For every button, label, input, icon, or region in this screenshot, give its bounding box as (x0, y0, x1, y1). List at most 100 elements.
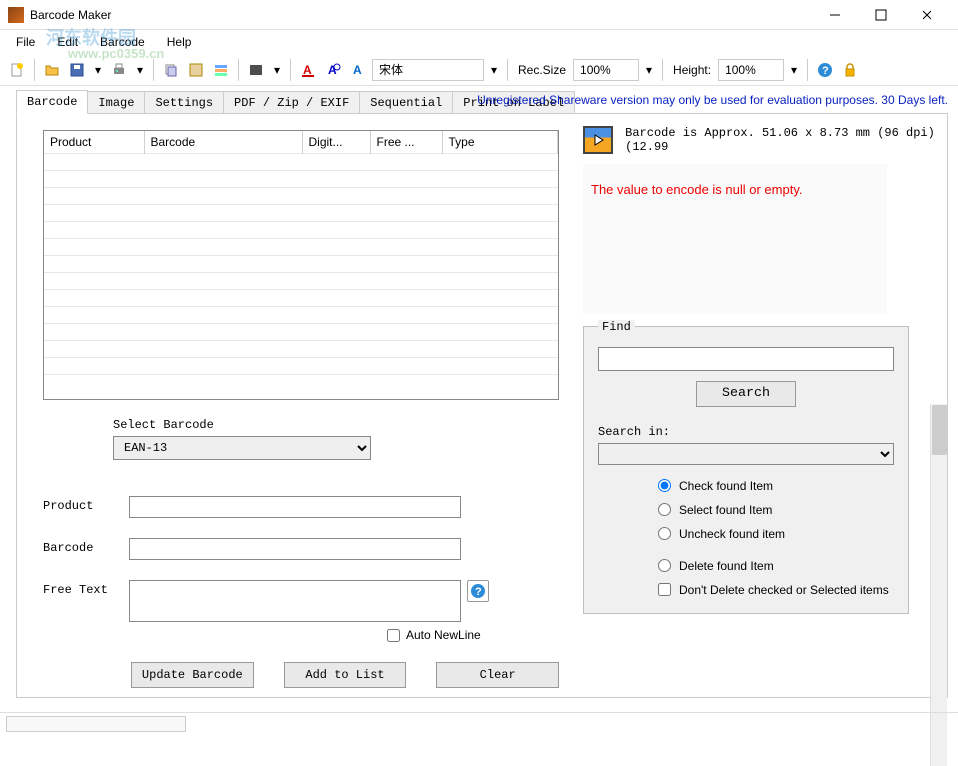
cut-icon[interactable] (185, 59, 207, 81)
options-icon[interactable] (210, 59, 232, 81)
table-row[interactable] (44, 256, 558, 273)
col-barcode[interactable]: Barcode (144, 131, 302, 154)
table-row[interactable] (44, 341, 558, 358)
select-found-radio[interactable] (658, 503, 671, 516)
col-type[interactable]: Type (442, 131, 558, 154)
rec-size-combo[interactable]: 100% (573, 59, 639, 81)
find-legend: Find (598, 320, 635, 334)
minimize-button[interactable] (812, 0, 858, 30)
table-row[interactable] (44, 324, 558, 341)
barcode-dropdown-icon[interactable]: ▾ (270, 59, 284, 81)
select-found-label: Select found Item (679, 503, 772, 517)
product-label: Product (43, 496, 129, 513)
tab-pdf-zip-exif[interactable]: PDF / Zip / EXIF (223, 91, 360, 114)
tab-settings[interactable]: Settings (144, 91, 224, 114)
freetext-label: Free Text (43, 580, 129, 597)
save-dropdown-icon[interactable]: ▾ (91, 59, 105, 81)
find-input[interactable] (598, 347, 894, 371)
copy-icon[interactable] (160, 59, 182, 81)
font-name-combo[interactable]: 宋体 (372, 59, 484, 81)
statusbar (0, 712, 958, 734)
product-input[interactable] (129, 496, 461, 518)
search-in-combo[interactable] (598, 443, 894, 465)
scrollbar-thumb[interactable] (932, 405, 947, 455)
check-found-radio[interactable] (658, 479, 671, 492)
menu-help[interactable]: Help (157, 32, 202, 52)
find-panel: Find Search Search in: Check found Item … (583, 326, 909, 614)
barcode-icon[interactable] (245, 59, 267, 81)
close-button[interactable] (904, 0, 950, 30)
menu-edit[interactable]: Edit (47, 32, 88, 52)
table-row[interactable] (44, 273, 558, 290)
freetext-help-button[interactable]: ? (467, 580, 489, 602)
shareware-message: Unregistered Shareware version may only … (477, 93, 948, 107)
left-pane: Product Barcode Digit... Free ... Type (17, 114, 573, 697)
new-icon[interactable] (6, 59, 28, 81)
table-row[interactable] (44, 205, 558, 222)
rec-size-label: Rec.Size (518, 63, 566, 77)
font-style-icon[interactable]: A (322, 59, 344, 81)
barcode-dimensions: Barcode is Approx. 51.06 x 8.73 mm (96 d… (625, 126, 939, 154)
separator (662, 59, 663, 81)
right-pane: Barcode is Approx. 51.06 x 8.73 mm (96 d… (573, 114, 947, 697)
menu-file[interactable]: File (6, 32, 45, 52)
app-icon (8, 7, 24, 23)
uncheck-found-radio[interactable] (658, 527, 671, 540)
font-color-icon[interactable]: A (297, 59, 319, 81)
table-row[interactable] (44, 239, 558, 256)
barcode-table[interactable]: Product Barcode Digit... Free ... Type (43, 130, 559, 400)
table-row[interactable] (44, 290, 558, 307)
tab-image[interactable]: Image (87, 91, 145, 114)
toolbar: ▾ ▾ ▾ A A A 宋体 ▾ Rec.Size 100% ▾ Height:… (0, 54, 958, 86)
menu-barcode[interactable]: Barcode (90, 32, 155, 52)
select-barcode-combo[interactable]: EAN-13 (113, 436, 371, 460)
chevron-down-icon[interactable]: ▾ (642, 59, 656, 81)
select-barcode-label: Select Barcode (113, 418, 559, 432)
open-icon[interactable] (41, 59, 63, 81)
error-message: The value to encode is null or empty. (591, 182, 879, 197)
search-in-label: Search in: (598, 425, 894, 439)
freetext-input[interactable] (129, 580, 461, 622)
svg-text:A: A (353, 63, 362, 77)
save-icon[interactable] (66, 59, 88, 81)
font-plain-icon[interactable]: A (347, 59, 369, 81)
height-label: Height: (673, 63, 711, 77)
table-row[interactable] (44, 188, 558, 205)
table-row[interactable] (44, 358, 558, 375)
col-product[interactable]: Product (44, 131, 144, 154)
table-row[interactable] (44, 307, 558, 324)
clear-button[interactable]: Clear (436, 662, 559, 688)
update-barcode-button[interactable]: Update Barcode (131, 662, 254, 688)
add-to-list-button[interactable]: Add to List (284, 662, 407, 688)
lock-icon[interactable] (839, 59, 861, 81)
chevron-down-icon[interactable]: ▾ (787, 59, 801, 81)
print-icon[interactable] (108, 59, 130, 81)
barcode-input[interactable] (129, 538, 461, 560)
dont-delete-checkbox[interactable] (658, 583, 671, 596)
svg-text:?: ? (475, 586, 482, 598)
tab-sequential[interactable]: Sequential (359, 91, 453, 114)
auto-newline-checkbox[interactable] (387, 629, 400, 642)
search-button[interactable]: Search (696, 381, 796, 407)
chevron-down-icon[interactable]: ▾ (487, 59, 501, 81)
help-icon[interactable]: ? (814, 59, 836, 81)
separator (807, 59, 808, 81)
maximize-button[interactable] (858, 0, 904, 30)
table-row[interactable] (44, 171, 558, 188)
separator (34, 59, 35, 81)
height-combo[interactable]: 100% (718, 59, 784, 81)
preview-play-icon[interactable] (583, 126, 613, 154)
table-row[interactable] (44, 222, 558, 239)
tab-barcode[interactable]: Barcode (16, 90, 88, 114)
barcode-preview: The value to encode is null or empty. (583, 164, 887, 314)
delete-found-label: Delete found Item (679, 559, 774, 573)
col-free[interactable]: Free ... (370, 131, 442, 154)
menubar: File Edit Barcode Help (0, 30, 958, 54)
barcode-label: Barcode (43, 538, 129, 555)
delete-found-radio[interactable] (658, 559, 671, 572)
col-digit[interactable]: Digit... (302, 131, 370, 154)
tab-panel: Product Barcode Digit... Free ... Type (16, 113, 948, 698)
table-row[interactable] (44, 154, 558, 171)
table-row[interactable] (44, 375, 558, 392)
print-dropdown-icon[interactable]: ▾ (133, 59, 147, 81)
